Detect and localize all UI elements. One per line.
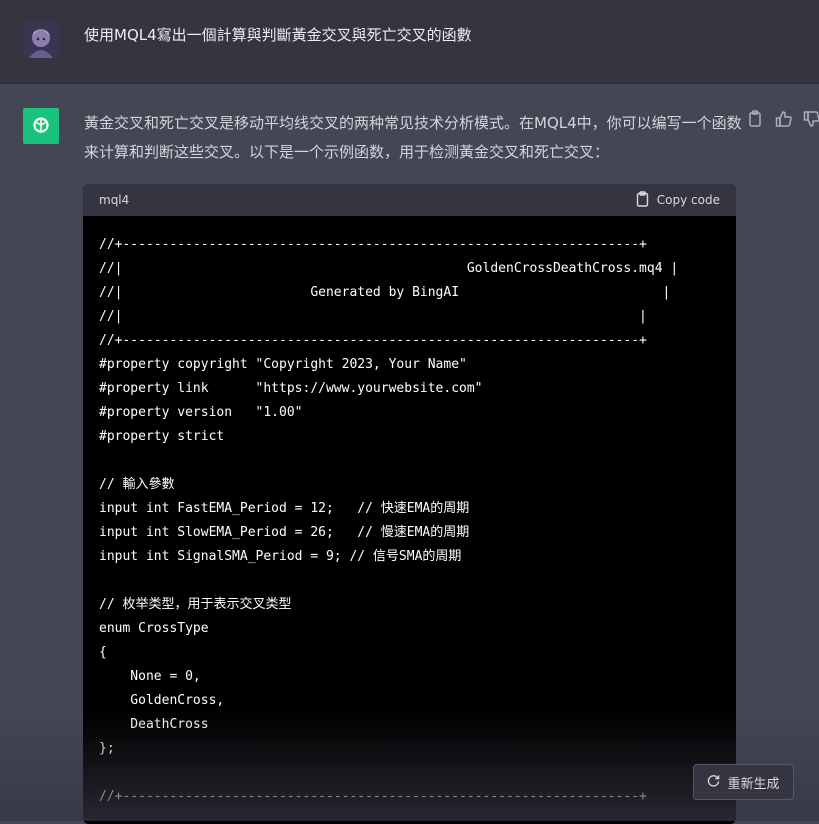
- code-line: };: [99, 741, 115, 756]
- code-line: //+-------------------------------------…: [99, 789, 647, 804]
- chatgpt-logo-icon: [23, 108, 59, 144]
- code-line: // 輸入參數: [99, 477, 175, 492]
- assistant-message-row: 黃金交叉和死亡交叉是移动平均线交叉的两种常见技术分析模式。在MQL4中，你可以编…: [0, 84, 819, 824]
- code-line: GoldenCross,: [99, 693, 225, 708]
- message-actions: [747, 110, 819, 128]
- code-line: enum CrossType: [99, 621, 209, 636]
- code-line: //+-------------------------------------…: [99, 333, 647, 348]
- code-line: DeathCross: [99, 717, 209, 732]
- thumbs-up-icon[interactable]: [775, 110, 793, 128]
- code-line: //+-------------------------------------…: [99, 237, 647, 252]
- regenerate-button[interactable]: 重新生成: [693, 764, 794, 800]
- code-line: //| GoldenCrossDeathCross.mq4 |: [99, 261, 679, 276]
- code-line: #property strict: [99, 429, 225, 444]
- code-line: #property copyright "Copyright 2023, You…: [99, 357, 467, 372]
- copy-code-label: Copy code: [656, 193, 720, 207]
- code-language-label: mql4: [99, 193, 130, 207]
- code-line: input int SlowEMA_Period = 26; // 慢速EMA的…: [99, 525, 470, 540]
- code-content: //+-------------------------------------…: [83, 216, 736, 809]
- code-line: #property version "1.00": [99, 405, 303, 420]
- code-line: // 枚举类型，用于表示交叉类型: [99, 597, 292, 612]
- user-message-row: 使用MQL4寫出一個計算與判斷黃金交叉與死亡交叉的函數: [0, 0, 819, 84]
- thumbs-down-icon[interactable]: [803, 110, 819, 128]
- regenerate-label: 重新生成: [727, 776, 780, 792]
- code-block: mql4 Copy code //+----------------------…: [83, 184, 736, 824]
- refresh-icon: [707, 774, 720, 791]
- code-line: //| Generated by BingAI |: [99, 285, 671, 300]
- copy-code-button[interactable]: Copy code: [636, 190, 720, 210]
- code-block-header: mql4 Copy code: [83, 184, 736, 216]
- code-line: #property link "https://www.yourwebsite.…: [99, 381, 483, 396]
- copy-icon[interactable]: [747, 110, 765, 128]
- user-message-text: 使用MQL4寫出一個計算與判斷黃金交叉與死亡交叉的函數: [84, 26, 472, 44]
- code-line: None = 0,: [99, 669, 201, 684]
- clipboard-icon: [636, 190, 649, 210]
- code-line: input int SignalSMA_Period = 9; // 信号SMA…: [99, 549, 462, 564]
- user-avatar: [23, 22, 59, 58]
- code-line: //| |: [99, 309, 647, 324]
- code-line: {: [99, 645, 107, 660]
- code-line: input int FastEMA_Period = 12; // 快速EMA的…: [99, 501, 470, 516]
- assistant-reply-text: 黃金交叉和死亡交叉是移动平均线交叉的两种常见技术分析模式。在MQL4中，你可以编…: [84, 114, 742, 161]
